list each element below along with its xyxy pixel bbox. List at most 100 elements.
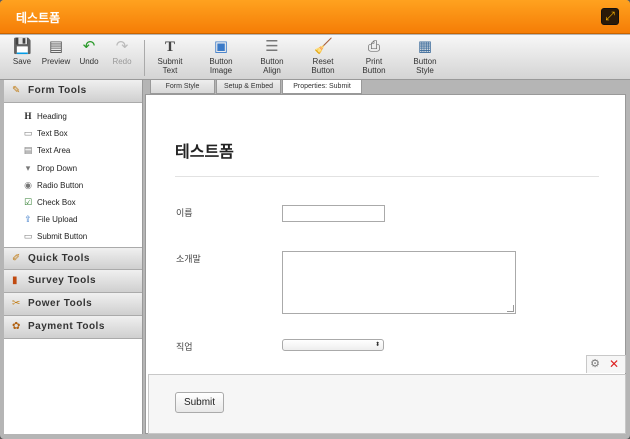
align-icon: ☰ (265, 38, 279, 55)
reset-button-label-2: Button (311, 66, 335, 75)
submit-button[interactable]: Submit (175, 392, 224, 413)
text-icon: T (164, 39, 175, 55)
tab-label: Setup & Embed (223, 83, 274, 90)
tool-label: File Upload (37, 215, 78, 225)
textarea-icon: ▤ (23, 145, 33, 156)
category-power-tools[interactable]: ✂ Power Tools (4, 292, 142, 316)
category-form-tools[interactable]: ✎ Form Tools (4, 80, 142, 103)
submit-text-label-2: Text (162, 66, 178, 75)
form-tools-list: H Heading ▭ Text Box ▤ Text Area ▾ Drop Down… (4, 103, 142, 247)
tools-sidebar: ✎ Form Tools H Heading ▭ Text Box ▤ Text Are… (4, 80, 143, 434)
radio-icon: ◉ (24, 179, 32, 190)
form-builder-window: 테스트폼 ⤢ 💾 Save ▤ Preview ↶ Undo ↷ Redo T … (0, 0, 630, 439)
button-style-label-1: Button (413, 57, 437, 66)
job-label: 직업 (176, 342, 193, 352)
tool-text-area[interactable]: ▤ Text Area (4, 142, 142, 159)
image-icon: ▣ (213, 38, 229, 55)
comment-label: 소개말 (176, 254, 201, 264)
name-label: 이름 (176, 208, 193, 218)
tool-file-upload[interactable]: ⇪ File Upload (4, 211, 142, 228)
button-image-label-2: Image (209, 66, 233, 75)
maximize-button[interactable]: ⤢ (601, 8, 619, 25)
reset-button-button[interactable]: 🧹 Reset Button (305, 38, 341, 76)
submit-text-button[interactable]: T Submit Text (153, 39, 187, 75)
redo-button[interactable]: ↷ Redo (110, 38, 134, 67)
window-title: 테스트폼 (16, 11, 61, 25)
submit-icon: ▭ (23, 231, 33, 242)
print-button-label-2: Button (362, 66, 386, 75)
pencil-icon: ✎ (12, 85, 21, 96)
select-arrows-icon: ⬍ (374, 342, 380, 348)
printer-icon: ⎙ (367, 38, 380, 55)
tool-label: Drop Down (37, 163, 78, 173)
print-button-label-1: Print (365, 57, 383, 66)
tool-check-box[interactable]: ☑ Check Box (4, 194, 142, 211)
save-button[interactable]: 💾 Save (10, 38, 34, 67)
tool-submit-button[interactable]: ▭ Submit Button (4, 228, 142, 245)
tab-label: Form Style (165, 83, 200, 90)
category-survey-tools[interactable]: ▮ Survey Tools (4, 269, 142, 293)
tab-bar: Form Style Setup & Embed Properties: Sub… (145, 80, 630, 94)
title-divider (175, 176, 599, 177)
selected-submit-row[interactable]: Submit (148, 374, 626, 434)
toolbar-separator (144, 40, 145, 76)
gear-icon[interactable]: ⚙ (588, 357, 602, 371)
job-select[interactable]: ⬍ (282, 339, 384, 351)
undo-icon: ↶ (82, 38, 96, 55)
save-label: Save (12, 57, 32, 66)
button-align-label-1: Button (260, 57, 284, 66)
button-image-button[interactable]: ▣ Button Image (203, 38, 239, 76)
tab-setup-embed[interactable]: Setup & Embed (216, 80, 281, 94)
payment-icon: ✿ (12, 320, 21, 332)
category-label: Form Tools (28, 85, 87, 96)
category-label: Quick Tools (28, 252, 90, 264)
tool-label: Heading (37, 112, 67, 121)
print-button-button[interactable]: ⎙ Print Button (356, 38, 392, 76)
title-bar: 테스트폼 ⤢ (0, 0, 630, 34)
button-align-button[interactable]: ☰ Button Align (254, 38, 290, 76)
tool-heading[interactable]: H Heading (4, 108, 142, 125)
maximize-icon: ⤢ (605, 9, 615, 23)
category-quick-tools[interactable]: ✐ Quick Tools (4, 246, 142, 270)
redo-icon: ↷ (115, 38, 129, 55)
tool-text-box[interactable]: ▭ Text Box (4, 125, 142, 142)
style-icon: ▦ (417, 38, 433, 55)
preview-button[interactable]: ▤ Preview (40, 38, 72, 67)
tab-properties-submit[interactable]: Properties: Submit (282, 80, 362, 94)
toolbar: 💾 Save ▤ Preview ↶ Undo ↷ Redo T Submit … (0, 35, 630, 80)
tool-label: Radio Button (37, 180, 84, 190)
tool-label: Submit Button (37, 232, 88, 242)
submit-text-label-1: Submit (157, 57, 183, 66)
button-style-button[interactable]: ▦ Button Style (407, 38, 443, 76)
tool-label: Text Area (37, 146, 71, 156)
close-icon[interactable]: ✕ (607, 357, 621, 371)
category-label: Power Tools (28, 297, 93, 309)
button-align-label-2: Align (263, 66, 281, 75)
button-style-label-2: Style (416, 66, 434, 75)
tools-icon: ✂ (12, 297, 21, 309)
category-payment-tools[interactable]: ✿ Payment Tools (4, 315, 142, 339)
textbox-icon: ▭ (23, 128, 33, 139)
upload-icon: ⇪ (24, 214, 32, 225)
preview-icon: ▤ (48, 38, 64, 55)
checkbox-icon: ☑ (23, 196, 33, 207)
reset-button-label-1: Reset (312, 57, 334, 66)
broom-icon: 🧹 (314, 38, 333, 55)
tool-radio-button[interactable]: ◉ Radio Button (4, 177, 142, 194)
dropdown-icon: ▾ (25, 162, 31, 173)
category-label: Survey Tools (28, 274, 97, 286)
form-canvas: 테스트폼 이름 소개말 직업 ⬍ Submit (145, 94, 626, 434)
preview-label: Preview (41, 57, 71, 66)
bar-chart-icon: ▮ (12, 274, 19, 286)
wand-icon: ✐ (12, 252, 21, 264)
name-input[interactable] (282, 205, 385, 222)
undo-button[interactable]: ↶ Undo (77, 38, 101, 67)
tab-form-style[interactable]: Form Style (150, 80, 215, 94)
heading-icon: H (24, 111, 32, 121)
comment-textarea[interactable] (282, 251, 516, 314)
tool-label: Text Box (37, 129, 68, 139)
form-title[interactable]: 테스트폼 (175, 138, 234, 162)
redo-label: Redo (112, 57, 132, 66)
tool-drop-down[interactable]: ▾ Drop Down (4, 160, 142, 177)
save-icon: 💾 (13, 38, 32, 55)
